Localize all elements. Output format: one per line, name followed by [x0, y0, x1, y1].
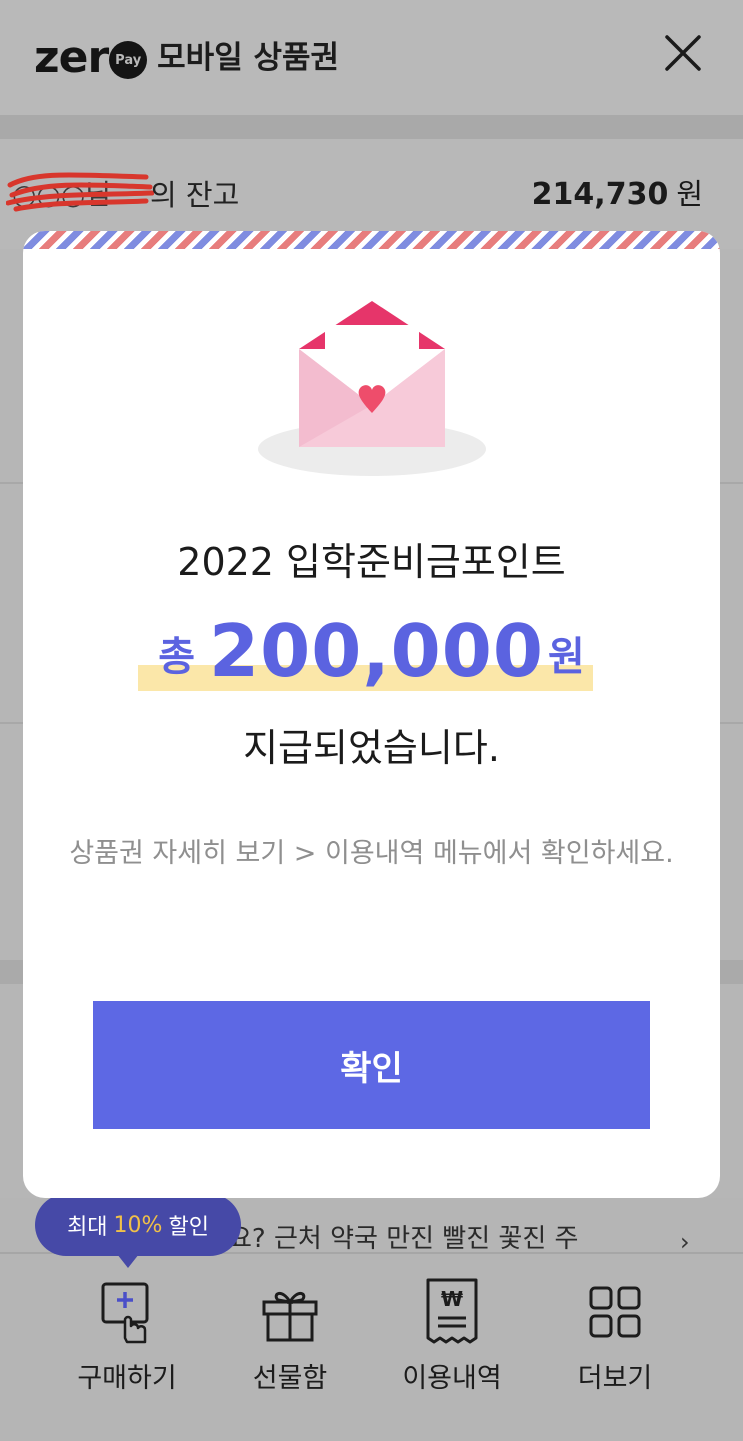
modal-title: 2022 입학준비금포인트: [177, 540, 566, 584]
app-header: zer Pay 모바일 상품권: [0, 0, 743, 115]
amount-line: 총 200,000 원: [23, 609, 720, 693]
nav-item-purchase[interactable]: 구매하기: [47, 1276, 207, 1426]
nav-label: 이용내역: [402, 1363, 502, 1394]
amount-prefix: 총: [158, 634, 196, 680]
nav-item-more[interactable]: 더보기: [535, 1276, 695, 1426]
grid-icon: [589, 1286, 641, 1338]
bottom-nav: 구매하기 선물함 ₩ 이용내역 더보기: [0, 1252, 743, 1441]
discount-percent: 10%: [113, 1212, 163, 1238]
receipt-icon: ₩: [426, 1278, 478, 1344]
balance-amount: 214,730 원: [532, 173, 703, 216]
logo-pay-badge: Pay: [109, 41, 148, 79]
nav-item-gift[interactable]: 선물함: [210, 1276, 370, 1426]
close-button[interactable]: [662, 32, 704, 74]
purchase-icon: [101, 1282, 149, 1344]
tooltip-tail: [117, 1254, 139, 1268]
nav-label: 선물함: [252, 1363, 328, 1394]
discount-prefix: 최대: [67, 1215, 108, 1240]
nav-label: 구매하기: [77, 1363, 177, 1394]
point-grant-modal: 2022 입학준비금포인트 총 200,000 원 지급되었습니다. 상품권 자세히…: [23, 231, 720, 1198]
discount-suffix: 할인: [168, 1215, 209, 1240]
logo-word: zer: [34, 32, 109, 83]
chevron-right-icon: ›: [680, 1228, 690, 1252]
confirm-button[interactable]: 확인: [93, 1001, 650, 1129]
amount-unit: 원: [547, 634, 585, 680]
redaction-scribble: [6, 172, 154, 212]
modal-note: 상품권 자세히 보기 > 이용내역 메뉴에서 확인하세요.: [69, 838, 674, 869]
gift-icon: [262, 1292, 318, 1342]
nav-label: 더보기: [577, 1363, 653, 1394]
balance-number: 214,730: [531, 177, 669, 212]
page-title: 모바일 상품권: [157, 40, 340, 76]
airmail-border: [23, 231, 720, 249]
discount-tooltip: 최대 10% 할인: [35, 1194, 241, 1256]
amount-block: 총 200,000 원: [23, 609, 720, 699]
zeropay-logo: zer Pay 모바일 상품권: [34, 34, 339, 82]
promo-text: 요? 근처 약국 만진 빨진 꽃진 주: [228, 1224, 579, 1252]
amount-number: 200,000: [209, 609, 544, 693]
balance-label: 의 잔고: [150, 178, 240, 212]
nav-item-history[interactable]: ₩ 이용내역: [372, 1276, 532, 1426]
header-separator: [0, 115, 743, 139]
svg-text:₩: ₩: [441, 1287, 463, 1311]
modal-subtitle: 지급되었습니다.: [243, 726, 500, 770]
balance-unit: 원: [676, 177, 703, 211]
envelope-heart-icon: [258, 301, 486, 476]
close-icon: [665, 35, 701, 71]
